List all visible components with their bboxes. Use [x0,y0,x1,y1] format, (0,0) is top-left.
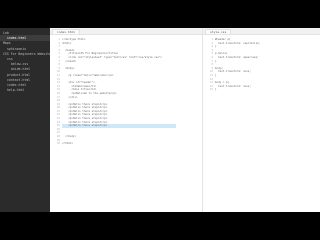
sidebar-item[interactable]: below.css [11,62,28,66]
sidebar-item[interactable]: index.html [7,83,26,87]
code-line[interactable]: } [215,88,318,92]
sidebar-item[interactable]: Maps [3,41,11,45]
tab-bar: index.html [50,28,202,35]
line-number: 30 [56,142,60,146]
line-number: 15 [209,88,213,92]
tab-style-css[interactable]: style.css [205,29,232,34]
sidebar-item[interactable]: index.html [7,36,26,40]
sidebar-item[interactable]: sphinxonix [7,47,26,51]
sidebar-item[interactable]: product.html [7,73,30,77]
code-area[interactable]: #header p{ text-transform: capitalize;} p… [215,38,318,92]
sidebar-item[interactable]: contact.html [7,78,30,82]
editor-window: Lab index.html Maps sphinxonix CSS For Begin… [0,28,320,212]
editor-pane-html[interactable]: index.html 1 2 3 4 5 6 7 8 9 10 11 12 13 14 15 16 17 18 19… [50,28,203,212]
line-number-gutter: 1 2 3 4 5 6 7 8 9 10 11 12 13 14 15 [203,38,213,92]
tab-bar: style.css [203,28,320,35]
sidebar-item[interactable]: help.html [7,88,24,92]
tab-index-html[interactable]: index.html [52,29,81,34]
sidebar-item[interactable]: aside.html [11,67,30,71]
code-area[interactable]: <!doctype html> <html> <head> <title>CSS … [62,38,200,146]
line-number-gutter: 1 2 3 4 5 6 7 8 9 10 11 12 13 14 15 16 17 18 19 20 21 22 23 24 2… [50,38,60,146]
sidebar-item[interactable]: CSS For Beginners Website [3,52,51,56]
code-line[interactable]: </html> [62,142,200,146]
file-sidebar: Lab index.html Maps sphinxonix CSS For Begin… [0,28,51,212]
sidebar-item[interactable]: css [7,57,13,61]
editor-pane-css[interactable]: style.css 1 2 3 4 5 6 7 8 9 10 11 12 13 14 15 #header p… [203,28,320,212]
